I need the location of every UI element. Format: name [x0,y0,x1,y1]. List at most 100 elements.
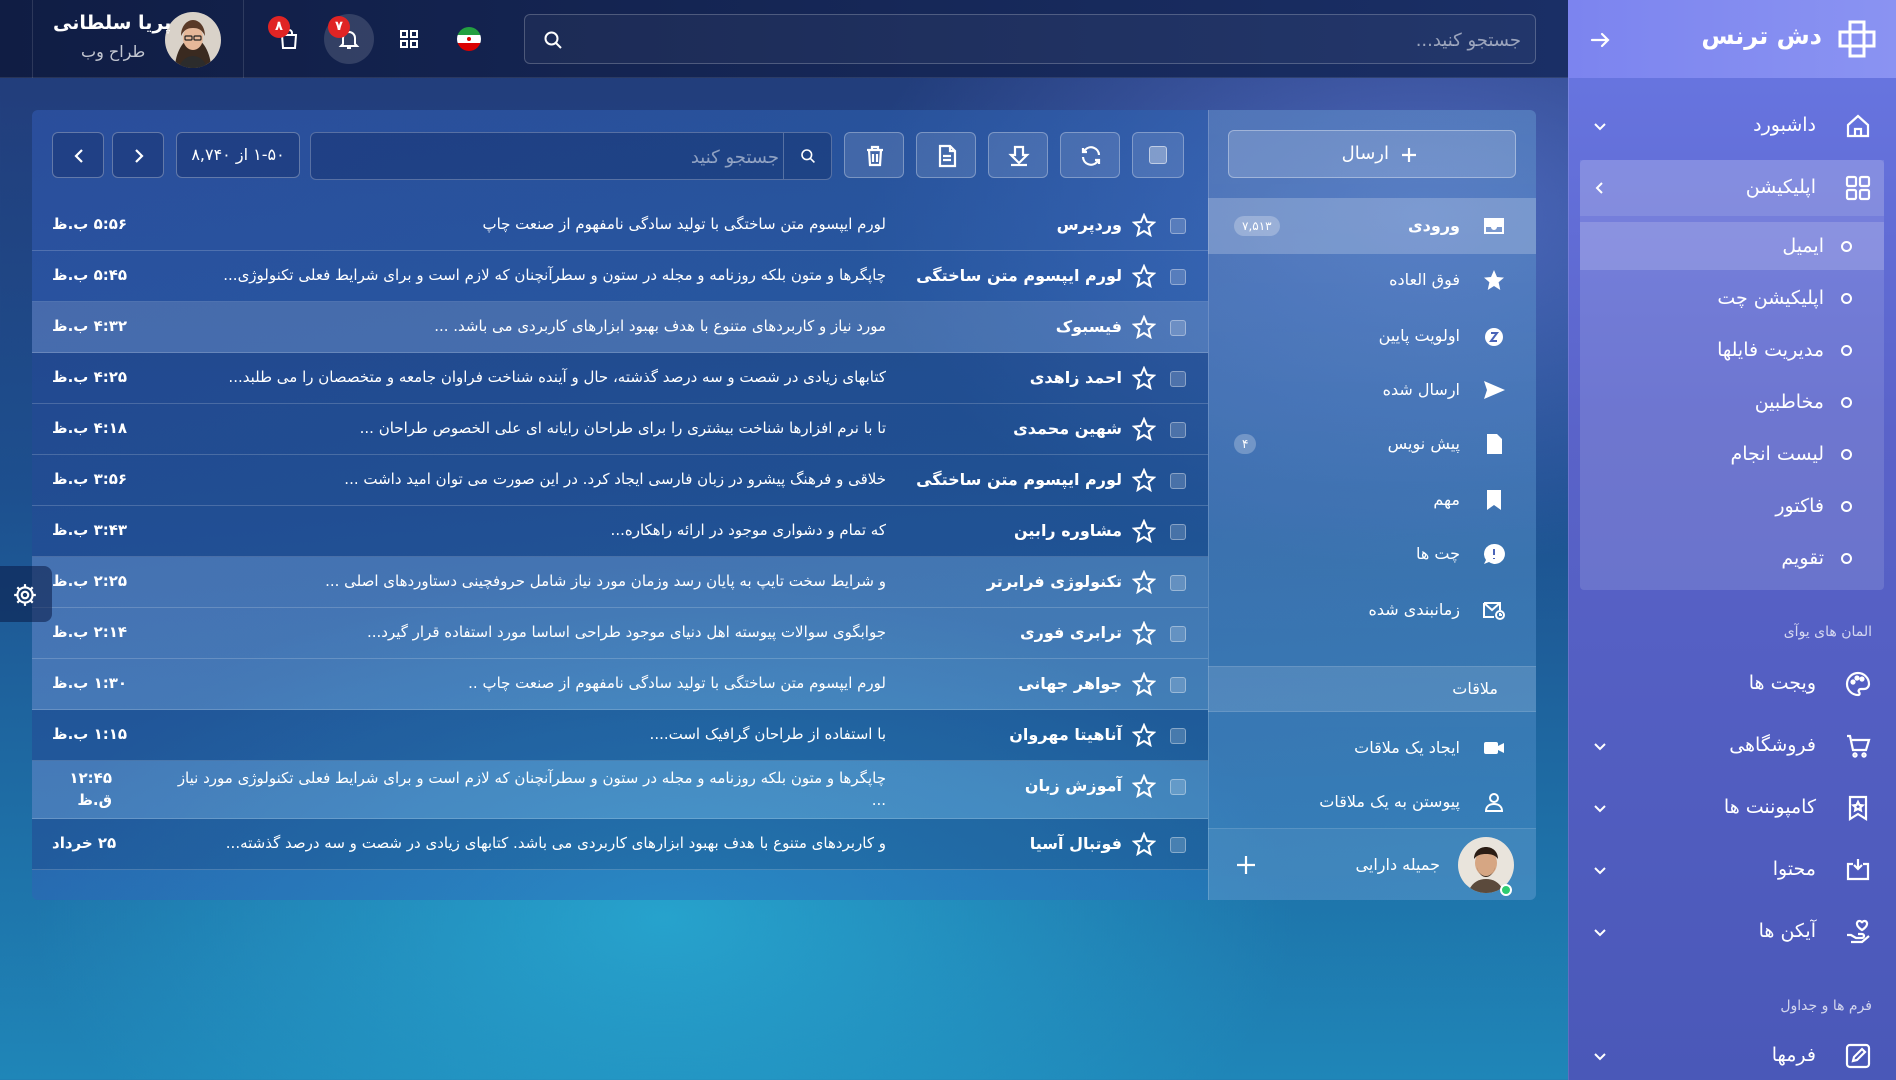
star-icon[interactable] [1131,365,1157,391]
list-search-input[interactable] [339,142,779,172]
row-checkbox[interactable] [1170,473,1186,489]
row-checkbox[interactable] [1170,779,1186,795]
notifications-button[interactable]: ۷ [324,14,374,64]
row-checkbox[interactable] [1170,575,1186,591]
star-icon[interactable] [1131,467,1157,493]
refresh-button[interactable] [1060,132,1120,178]
row-time: ۱:۳۰ ب.ظ [52,674,128,692]
row-checkbox[interactable] [1170,524,1186,540]
sidebar-item-components[interactable]: کامپوننت ها [1580,780,1884,836]
folder-drafts[interactable]: پیش نویس ۴ [1208,416,1536,472]
sidebar-item-forms[interactable]: فرمها [1580,1028,1884,1080]
folder-inbox[interactable]: ورودی ۷,۵۱۳ [1208,198,1536,254]
submenu-item-email[interactable]: ایمیل [1580,222,1884,270]
row-sender: فیسبوک [1055,317,1122,336]
star-icon[interactable] [1131,569,1157,595]
folder-sent[interactable]: ارسال شده [1208,362,1536,418]
sidebar-item-shop[interactable]: فروشگاهی [1580,718,1884,774]
row-subject: خلاقی و فرهنگ پیشرو در زبان فارسی ایجاد … [344,470,886,488]
bullet-icon [1841,501,1852,512]
mail-row[interactable]: جواهر جهانی لورم ایپسوم متن ساختگی با تول… [32,659,1208,710]
submenu-item-files[interactable]: مدیریت فایلها [1580,326,1884,374]
folder-starred[interactable]: فوق العاده [1208,252,1536,308]
list-search-button[interactable] [783,133,831,179]
compose-button[interactable]: ارسال [1228,130,1516,178]
folder-scheduled[interactable]: زمانبندی شده [1208,582,1536,638]
previous-page-button[interactable] [52,132,104,178]
sidebar-label-forms: فرمها [1771,1044,1816,1066]
folder-label: مهم [1433,490,1460,509]
cart-button[interactable]: ۸ [264,14,314,64]
user-name: پریا سلطانی [53,12,172,34]
next-page-button[interactable] [112,132,164,178]
submenu-item-invoice[interactable]: فاکتور [1580,482,1884,530]
inbox-icon [1484,218,1504,234]
delete-button[interactable] [844,132,904,178]
row-checkbox[interactable] [1170,218,1186,234]
mail-row[interactable]: مشاوره رابین که تمام و دشواری موجود در ار… [32,506,1208,557]
star-icon[interactable] [1131,773,1157,799]
star-icon[interactable] [1131,416,1157,442]
sidebar-item-content[interactable]: محتوا [1580,842,1884,898]
row-checkbox[interactable] [1170,371,1186,387]
folder-important[interactable]: مهم [1208,472,1536,528]
top-search-box [524,14,1536,64]
star-icon[interactable] [1131,671,1157,697]
user-profile[interactable]: پریا سلطانی طراح وب [32,0,244,78]
add-contact-icon[interactable] [1234,853,1258,877]
mail-row[interactable]: لورم ایپسوم متن ساختگی خلاقی و فرهنگ پیشر… [32,455,1208,506]
search-icon[interactable] [543,30,563,50]
star-icon[interactable] [1131,212,1157,238]
row-checkbox[interactable] [1170,422,1186,438]
row-checkbox[interactable] [1170,837,1186,853]
apps-grid-button[interactable] [384,14,434,64]
sidebar-item-dashboard[interactable]: داشبورد [1580,98,1884,154]
star-icon[interactable] [1131,314,1157,340]
mail-row[interactable]: لورم ایپسوم متن ساختگی چاپگرها و متون بلک… [32,251,1208,302]
top-search-input[interactable] [621,25,1521,55]
submenu-item-contacts[interactable]: مخاطبین [1580,378,1884,426]
customizer-toggle[interactable] [0,566,52,622]
mail-row[interactable]: تکنولوژی فرابرتر و شرایط سخت تایپ به پایا… [32,557,1208,608]
star-icon[interactable] [1131,831,1157,857]
bookmark-star-icon [1848,795,1868,821]
mail-row[interactable]: آناهیتا مهروان با استفاده از طراحان گرافی… [32,710,1208,761]
row-subject: و شرایط سخت تایپ به پایان رسد وزمان مورد… [325,572,886,590]
submenu-item-chat[interactable]: اپلیکیشن چت [1580,274,1884,322]
language-button[interactable] [444,14,494,64]
plus-icon [1402,148,1416,162]
download-button[interactable] [988,132,1048,178]
sidebar-item-icons[interactable]: آیکن ها [1580,904,1884,960]
document-button[interactable] [916,132,976,178]
meeting-create[interactable]: ایجاد یک ملاقات [1208,720,1536,776]
row-checkbox[interactable] [1170,269,1186,285]
sidebar-item-apps[interactable]: اپلیکیشن [1580,160,1884,216]
checkbox-icon [1149,146,1167,164]
submenu-item-todo[interactable]: لیست انجام [1580,430,1884,478]
submenu-item-calendar[interactable]: تقویم [1580,534,1884,582]
contact-row[interactable]: جمیله دارایی [1208,828,1536,900]
folder-chats[interactable]: چت ها [1208,526,1536,582]
row-checkbox[interactable] [1170,626,1186,642]
mail-row[interactable]: شهین محمدی تا با نرم افزارها شناخت بیشتری… [32,404,1208,455]
mail-row[interactable]: فوتبال آسیا و کاربردهای متنوع با هدف بهبو… [32,819,1208,870]
folder-low-priority[interactable]: اولویت پایین [1208,308,1536,364]
star-icon[interactable] [1131,722,1157,748]
mail-row[interactable]: ترابری فوری جوابگوی سوالات پیوسته اهل دنی… [32,608,1208,659]
row-checkbox[interactable] [1170,320,1186,336]
arrow-right-icon[interactable] [1588,28,1612,52]
star-icon[interactable] [1131,263,1157,289]
sidebar-item-widgets[interactable]: ویجت ها [1580,656,1884,712]
mail-row[interactable]: فیسبوک مورد نیاز و کاربردهای متنوع با هدف… [32,302,1208,353]
row-sender: آموزش زبان [1024,776,1122,795]
star-icon[interactable] [1131,518,1157,544]
mail-row[interactable]: آموزش زبان چاپگرها و متون بلکه روزنامه و … [32,761,1208,819]
row-checkbox[interactable] [1170,728,1186,744]
star-icon[interactable] [1131,620,1157,646]
mail-row[interactable]: وردپرس لورم ایپسوم متن ساختگی با تولید سا… [32,200,1208,251]
row-checkbox[interactable] [1170,677,1186,693]
mail-row[interactable]: احمد زاهدی کتابهای زیادی در شصت و سه درصد… [32,353,1208,404]
select-all-checkbox[interactable] [1132,132,1184,178]
avatar[interactable] [165,12,221,68]
meeting-join[interactable]: پیوستن به یک ملاقات [1208,774,1536,830]
